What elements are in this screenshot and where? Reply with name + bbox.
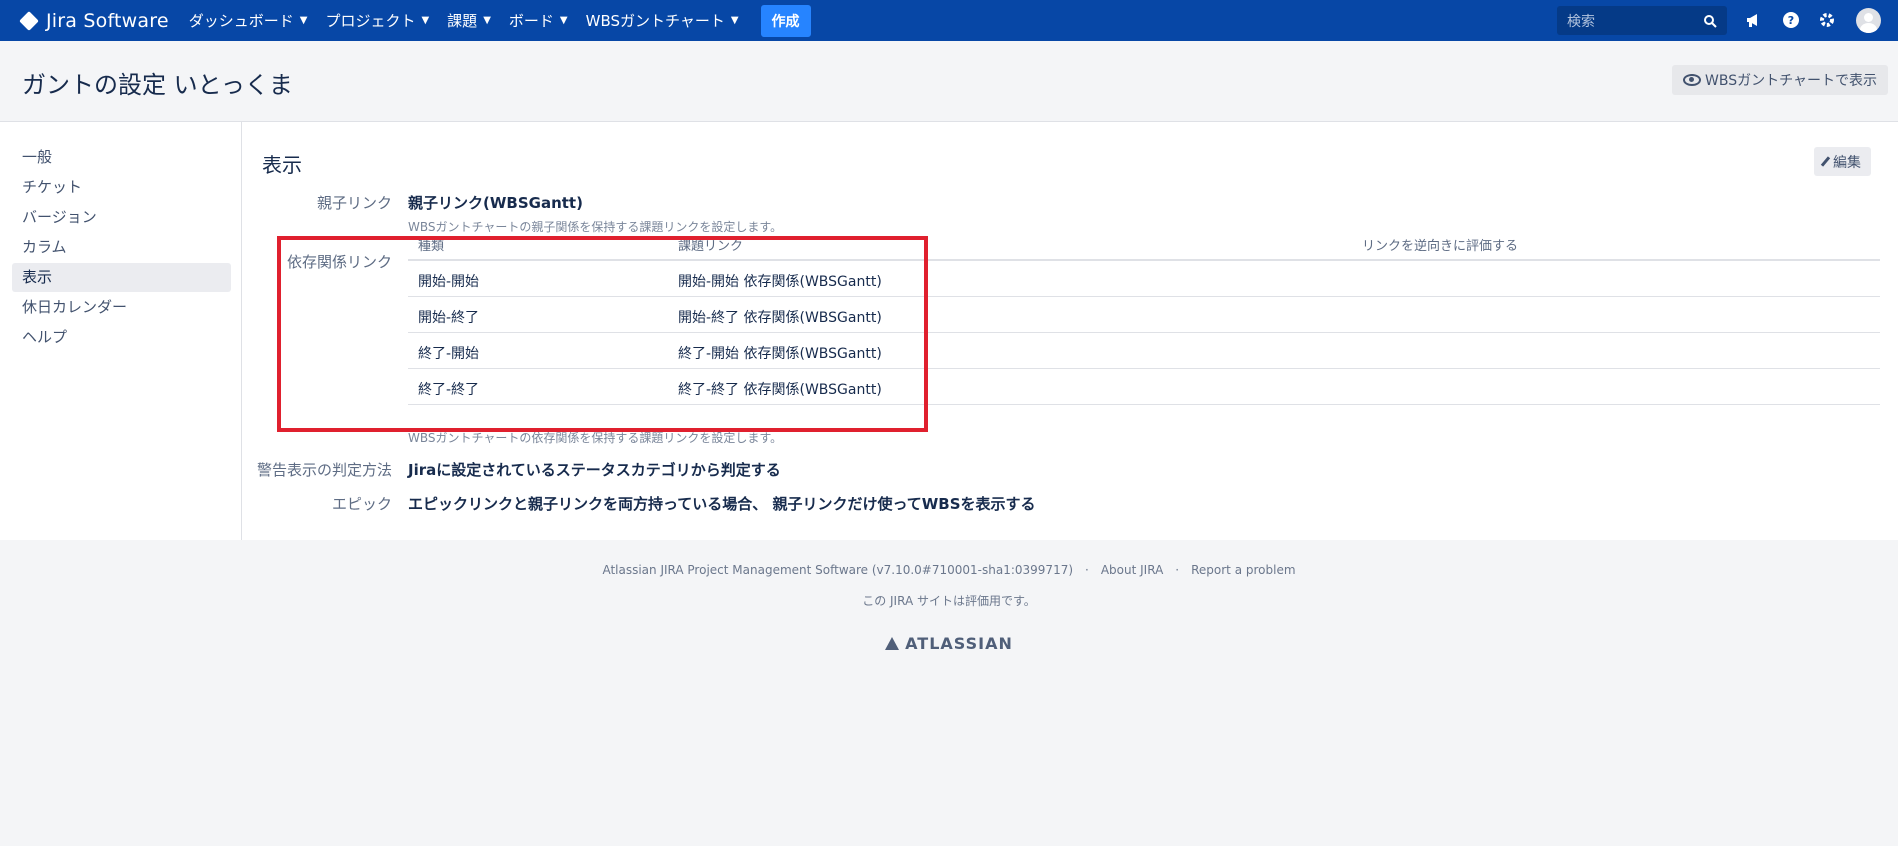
megaphone-icon[interactable]: [1744, 11, 1764, 31]
column-reverse-eval: リンクを逆向きに評価する: [1362, 239, 1519, 254]
about-jira-link[interactable]: About JIRA: [1101, 563, 1163, 577]
nav-dashboard-label: ダッシュボード: [188, 12, 294, 30]
epic-label: エピック: [331, 495, 392, 513]
nav-issues-label: 課題: [447, 12, 478, 30]
jira-logo[interactable]: Jira Software: [19, 9, 169, 32]
search-icon: [1704, 14, 1717, 28]
column-issue-link: 課題リンク: [678, 239, 744, 254]
view-wbs-gantt-button[interactable]: WBSガントチャートで表示: [1672, 65, 1888, 95]
parent-link-value: 親子リンク(WBSGantt): [408, 194, 583, 212]
row-type: 終了-開始: [418, 346, 480, 362]
evaluation-notice: この JIRA サイトは評価用です。: [862, 594, 1036, 608]
footer-links: Atlassian JIRA Project Management Softwa…: [0, 563, 1898, 577]
settings-content: 表示 編集 親子リンク 親子リンク(WBSGantt) WBSガントチャートの親…: [242, 122, 1898, 540]
chevron-down-icon: ▼: [483, 15, 491, 26]
dependency-link-description: WBSガントチャートの依存関係を保持する課題リンクを設定します。: [408, 431, 783, 445]
row-type: 終了-終了: [418, 382, 480, 398]
footer: Atlassian JIRA Project Management Softwa…: [0, 541, 1898, 846]
nav-dashboard[interactable]: ダッシュボード ▼: [189, 10, 308, 31]
avatar-head: [1864, 13, 1873, 22]
chevron-down-icon: ▼: [421, 15, 430, 26]
sidebar-item-versions[interactable]: バージョン: [12, 203, 231, 232]
dependency-table: 種類 課題リンク リンクを逆向きに評価する 開始-開始 開始-開始 依存関係(W…: [408, 224, 1880, 405]
separator: ·: [1085, 563, 1089, 577]
avatar[interactable]: [1856, 8, 1881, 33]
nav-wbs-gantt-label: WBSガントチャート: [585, 12, 725, 30]
nav-projects-label: プロジェクト: [325, 12, 416, 30]
table-row: 終了-終了 終了-終了 依存関係(WBSGantt): [408, 369, 1880, 405]
search-input[interactable]: 検索: [1557, 6, 1727, 35]
row-link: 終了-終了 依存関係(WBSGantt): [678, 382, 882, 398]
sidebar-item-tickets[interactable]: チケット: [12, 173, 231, 202]
column-type: 種類: [418, 239, 445, 254]
warning-method-label: 警告表示の判定方法: [256, 461, 392, 479]
row-type: 開始-開始: [418, 274, 480, 290]
edit-button[interactable]: 編集: [1814, 147, 1871, 176]
atlassian-wordmark: ATLASSIAN: [905, 634, 1013, 653]
table-header: 種類 課題リンク リンクを逆向きに評価する: [408, 224, 1880, 261]
page-header: ガントの設定 いとっくま WBSガントチャートで表示: [0, 41, 1898, 122]
view-wbs-gantt-label: WBSガントチャートで表示: [1705, 73, 1877, 89]
atlassian-mark-icon: [885, 637, 900, 650]
sidebar-item-holiday-calendar[interactable]: 休日カレンダー: [12, 293, 231, 322]
nav-wbs-gantt[interactable]: WBSガントチャート ▼: [586, 10, 739, 31]
eye-icon: [1683, 74, 1701, 86]
row-type: 開始-終了: [418, 310, 480, 326]
edit-label: 編集: [1833, 154, 1861, 171]
atlassian-logo[interactable]: ATLASSIAN: [0, 634, 1898, 653]
parent-link-label: 親子リンク: [316, 194, 392, 212]
table-row: 終了-開始 終了-開始 依存関係(WBSGantt): [408, 333, 1880, 369]
page-title: ガントの設定 いとっくま: [22, 71, 293, 99]
warning-method-value: Jiraに設定されているステータスカテゴリから判定する: [408, 461, 781, 479]
nav-boards[interactable]: ボード ▼: [509, 10, 568, 31]
sidebar-item-display[interactable]: 表示: [12, 263, 231, 292]
report-problem-link[interactable]: Report a problem: [1191, 563, 1295, 577]
table-row: 開始-開始 開始-開始 依存関係(WBSGantt): [408, 261, 1880, 297]
sidebar-item-general[interactable]: 一般: [12, 143, 231, 172]
nav-boards-label: ボード: [508, 12, 554, 30]
row-link: 開始-終了 依存関係(WBSGantt): [678, 310, 882, 326]
jira-diamond-icon: [19, 10, 39, 31]
nav-projects[interactable]: プロジェクト ▼: [325, 10, 429, 31]
pencil-icon: [1820, 156, 1831, 167]
help-icon[interactable]: ?: [1781, 11, 1801, 31]
row-link: 終了-開始 依存関係(WBSGantt): [678, 346, 882, 362]
separator: ·: [1175, 563, 1180, 577]
search-placeholder: 検索: [1567, 13, 1595, 30]
sidebar-item-columns[interactable]: カラム: [12, 233, 231, 262]
logo-text: Jira Software: [46, 9, 169, 32]
row-link: 開始-開始 依存関係(WBSGantt): [678, 274, 882, 290]
footer-software-info: Atlassian JIRA Project Management Softwa…: [602, 563, 1074, 577]
chevron-down-icon: ▼: [730, 15, 739, 26]
dependency-link-label: 依存関係リンク: [286, 253, 392, 271]
sidebar-item-help[interactable]: ヘルプ: [12, 323, 231, 352]
section-title: 表示: [262, 153, 302, 177]
create-button[interactable]: 作成: [760, 4, 811, 37]
settings-sidebar: 一般 チケット バージョン カラム 表示 休日カレンダー ヘルプ: [0, 122, 242, 540]
table-row: 開始-終了 開始-終了 依存関係(WBSGantt): [408, 297, 1880, 333]
epic-value: エピックリンクと親子リンクを両方持っている場合、 親子リンクだけ使ってWBSを表…: [408, 495, 1036, 513]
nav-issues[interactable]: 課題 ▼: [447, 10, 491, 31]
chevron-down-icon: ▼: [299, 15, 308, 26]
avatar-body: [1860, 23, 1877, 33]
chevron-down-icon: ▼: [559, 15, 568, 26]
main-area: 一般 チケット バージョン カラム 表示 休日カレンダー ヘルプ 表示 編集 親…: [0, 122, 1898, 540]
svg-text:?: ?: [1788, 14, 1794, 27]
gear-icon[interactable]: [1817, 11, 1837, 31]
